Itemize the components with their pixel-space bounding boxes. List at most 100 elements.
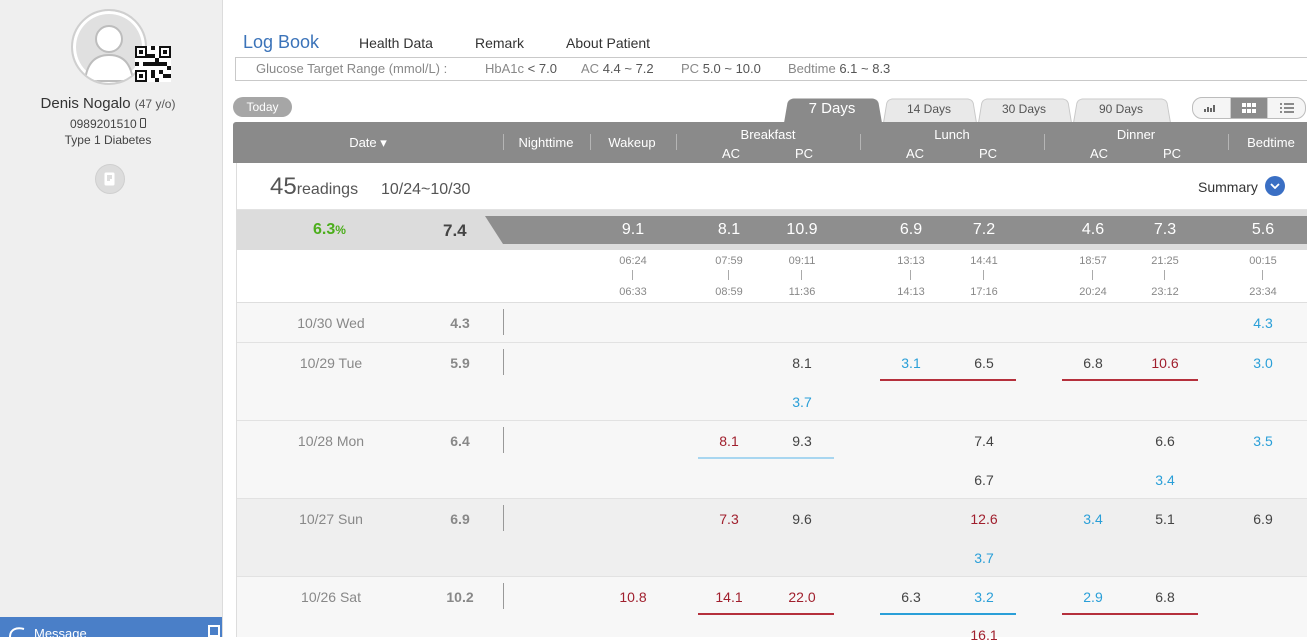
range-tab-label: 14 Days <box>906 102 952 116</box>
readings-summary-row: 45readings 10/24~10/30 Summary <box>237 163 1307 210</box>
tab-logbook[interactable]: Log Book <box>243 32 319 53</box>
column-lunch-pc: PC <box>978 146 998 161</box>
range-tab-7-days[interactable]: 7 Days <box>784 96 882 123</box>
chevron-down-icon <box>1270 183 1280 189</box>
patient-age: (47 y/o) <box>134 97 176 111</box>
row-average: 4.3 <box>450 315 470 331</box>
time-end: 23:34 <box>1249 286 1277 298</box>
avg-breakfast-ac: 8.1 <box>717 221 741 238</box>
reading-dinner-pc[interactable]: 5.1 <box>1135 511 1195 527</box>
reading-lunch-pc[interactable]: 7.4 <box>954 433 1014 449</box>
reading-dinner-pc[interactable]: 6.8 <box>1135 589 1195 605</box>
reading-lunch-pc[interactable]: 12.6 <box>954 511 1014 527</box>
reading-lunch-pc[interactable]: 16.1 <box>954 627 1014 643</box>
summary-expand-button[interactable] <box>1265 176 1285 196</box>
reading-breakfast-pc[interactable]: 9.6 <box>772 511 832 527</box>
time-start: 18:57 <box>1079 255 1107 267</box>
reading-bedtime[interactable]: 4.3 <box>1233 315 1293 331</box>
document-edit-icon <box>104 172 115 186</box>
reading-dinner-ac[interactable]: 6.8 <box>1063 355 1123 371</box>
column-date[interactable]: Date ▾ <box>333 135 403 151</box>
list-view-button[interactable] <box>1268 98 1305 118</box>
avg-dinner-ac: 4.6 <box>1081 221 1105 238</box>
time-end: 14:13 <box>897 286 925 298</box>
main-tabs: Log Book Health Data Remark About Patien… <box>223 30 1307 56</box>
reading-dinner-pc[interactable]: 6.6 <box>1135 433 1195 449</box>
range-tab-label: 90 Days <box>1098 102 1144 116</box>
reading-breakfast-pc[interactable]: 8.1 <box>772 355 832 371</box>
row-date: 10/28 Mon <box>297 433 365 449</box>
time-end: 20:24 <box>1079 286 1107 298</box>
reading-lunch-pc[interactable]: 6.5 <box>954 355 1014 371</box>
target-pc-label: PC <box>681 61 700 76</box>
reading-bedtime[interactable]: 6.9 <box>1233 511 1293 527</box>
reading-wakeup[interactable]: 10.8 <box>603 589 663 605</box>
target-hba1c: HbA1c < 7.0 <box>485 58 557 80</box>
reading-breakfast-ac[interactable]: 14.1 <box>699 589 759 605</box>
reading-breakfast-ac[interactable]: 7.3 <box>699 511 759 527</box>
reading-count: 45readings <box>270 173 358 201</box>
main-content: Log Book Health Data Remark About Patien… <box>223 0 1307 643</box>
reading-lunch-ac[interactable]: 6.3 <box>881 589 941 605</box>
range-tab-30-days[interactable]: 30 Days <box>978 96 1072 123</box>
reading-dinner-ac[interactable]: 2.9 <box>1063 589 1123 605</box>
chart-view-button[interactable] <box>1193 98 1231 118</box>
tab-health-data[interactable]: Health Data <box>359 35 433 51</box>
column-nighttime: Nighttime <box>518 135 574 150</box>
breakfast-pair-underline <box>698 457 834 459</box>
reading-breakfast-ac[interactable]: 8.1 <box>699 433 759 449</box>
time-start: 06:24 <box>619 255 647 267</box>
reading-lunch-pc[interactable]: 6.7 <box>954 472 1014 488</box>
avg-dinner-pc: 7.3 <box>1153 221 1177 238</box>
reading-breakfast-pc[interactable]: 22.0 <box>772 589 832 605</box>
hba1c-unit: % <box>335 223 346 237</box>
time-start: 13:13 <box>897 255 925 267</box>
reading-breakfast-pc[interactable]: 3.7 <box>772 394 832 410</box>
time-start: 09:11 <box>788 255 816 267</box>
reading-lunch-ac[interactable]: 3.1 <box>881 355 941 371</box>
column-dinner-ac: AC <box>1089 146 1109 161</box>
range-tab-14-days[interactable]: 14 Days <box>883 96 977 123</box>
reading-count-unit: readings <box>296 181 359 198</box>
reading-dinner-ac[interactable]: 3.4 <box>1063 511 1123 527</box>
reading-bedtime[interactable]: 3.5 <box>1233 433 1293 449</box>
patient-name: Denis Nogalo (47 y/o) <box>0 95 216 112</box>
reading-dinner-pc[interactable]: 3.4 <box>1135 472 1195 488</box>
avg-wakeup: 9.1 <box>621 221 645 238</box>
reading-dinner-pc[interactable]: 10.6 <box>1135 355 1195 371</box>
qr-code-icon[interactable] <box>135 46 171 82</box>
summary-label[interactable]: Summary <box>1198 179 1258 195</box>
reading-breakfast-pc[interactable]: 9.3 <box>772 433 832 449</box>
reading-lunch-pc[interactable]: 3.7 <box>954 550 1014 566</box>
reading-lunch-pc[interactable]: 3.2 <box>954 589 1014 605</box>
logbook-table-header: Date ▾ Nighttime Wakeup Breakfast AC PC … <box>233 122 1307 163</box>
time-end: 06:33 <box>619 286 647 298</box>
patient-name-text: Denis Nogalo <box>40 95 131 112</box>
range-tab-90-days[interactable]: 90 Days <box>1073 96 1171 123</box>
minimize-icon[interactable] <box>208 625 220 637</box>
column-dinner-pc: PC <box>1162 146 1182 161</box>
logbook-panel: 45readings 10/24~10/30 Summary 6.3% 7.4 … <box>236 163 1307 643</box>
reading-bedtime[interactable]: 3.0 <box>1233 355 1293 371</box>
date-range: 10/24~10/30 <box>381 181 471 198</box>
edit-patient-button[interactable] <box>95 164 125 194</box>
target-bedtime: Bedtime 6.1 ~ 8.3 <box>788 58 890 80</box>
time-start: 07:59 <box>715 255 743 267</box>
avg-breakfast-pc: 10.9 <box>786 221 818 238</box>
row-average: 6.9 <box>450 511 470 527</box>
row-date: 10/30 Wed <box>297 315 365 331</box>
tab-remark[interactable]: Remark <box>475 35 524 51</box>
target-ac-value: 4.4 ~ 7.2 <box>602 61 654 76</box>
time-range-row: 06:24 06:33 07:59 08:59 09:11 11:36 13:13 14… <box>237 251 1307 303</box>
avg-lunch-ac: 6.9 <box>899 221 923 238</box>
row-average: 5.9 <box>450 355 470 371</box>
list-icon <box>1279 103 1294 113</box>
tab-about-patient[interactable]: About Patient <box>566 35 650 51</box>
column-breakfast-pc: PC <box>794 146 814 161</box>
diabetes-type: Type 1 Diabetes <box>64 133 152 147</box>
grid-view-button[interactable] <box>1230 98 1269 118</box>
today-button[interactable]: Today <box>233 97 292 117</box>
message-bar[interactable]: Message <box>0 617 222 641</box>
dinner-pair-underline <box>1062 379 1198 381</box>
row-date: 10/27 Sun <box>299 511 363 527</box>
